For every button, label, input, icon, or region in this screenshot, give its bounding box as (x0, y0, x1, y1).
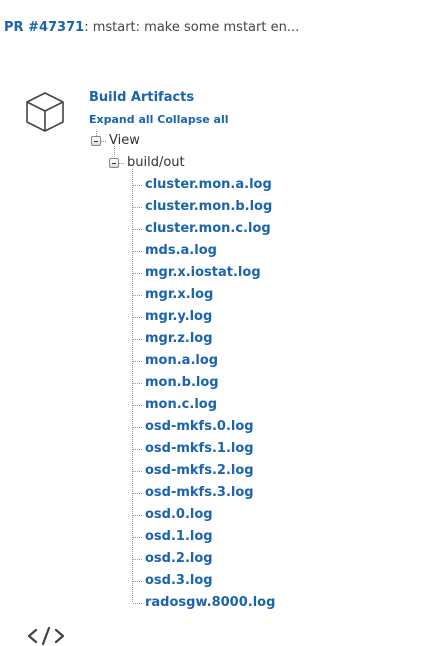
expand-collapse-controls: Expand all Collapse all (89, 112, 229, 128)
artifact-file-link[interactable]: mon.c.log (145, 396, 217, 414)
artifact-file-link[interactable]: osd-mkfs.0.log (145, 418, 254, 436)
artifact-file-link[interactable]: osd-mkfs.2.log (145, 462, 254, 480)
artifact-file-link[interactable]: osd.0.log (145, 506, 213, 524)
artifact-file-link[interactable]: osd.3.log (145, 572, 213, 590)
tree-root-label[interactable]: View (109, 132, 140, 150)
artifact-file-link[interactable]: cluster.mon.c.log (145, 220, 271, 238)
code-icon (27, 626, 65, 646)
artifact-file-link[interactable]: mgr.x.iostat.log (145, 264, 261, 282)
collapse-toggle-build-out[interactable] (109, 158, 119, 168)
artifact-file-link[interactable]: osd-mkfs.1.log (145, 440, 254, 458)
tree-folder-label[interactable]: build/out (127, 154, 185, 172)
pr-header: PR #47371: mstart: make some mstart en..… (4, 19, 299, 37)
collapse-toggle-view[interactable] (91, 136, 101, 146)
artifact-file-link[interactable]: mds.a.log (145, 242, 217, 260)
build-artifacts-title[interactable]: Build Artifacts (89, 89, 194, 107)
collapse-all-link[interactable]: Collapse all (157, 113, 228, 126)
artifact-file-link[interactable]: cluster.mon.a.log (145, 176, 272, 194)
cube-icon (26, 92, 64, 132)
artifact-file-link[interactable]: osd.1.log (145, 528, 213, 546)
artifact-file-link[interactable]: mon.a.log (145, 352, 218, 370)
pr-link[interactable]: PR #47371 (4, 20, 84, 35)
artifact-file-link[interactable]: osd.2.log (145, 550, 213, 568)
artifact-file-link[interactable]: radosgw.8000.log (145, 594, 275, 612)
artifact-file-link[interactable]: osd-mkfs.3.log (145, 484, 254, 502)
artifact-file-link[interactable]: cluster.mon.b.log (145, 198, 272, 216)
pr-title: mstart: make some mstart en... (92, 20, 300, 35)
pr-separator: : (84, 20, 93, 35)
artifact-file-link[interactable]: mgr.z.log (145, 330, 213, 348)
artifact-file-link[interactable]: mgr.x.log (145, 286, 213, 304)
artifact-file-link[interactable]: mgr.y.log (145, 308, 212, 326)
artifact-file-link[interactable]: mon.b.log (145, 374, 219, 392)
expand-all-link[interactable]: Expand all (89, 113, 153, 126)
